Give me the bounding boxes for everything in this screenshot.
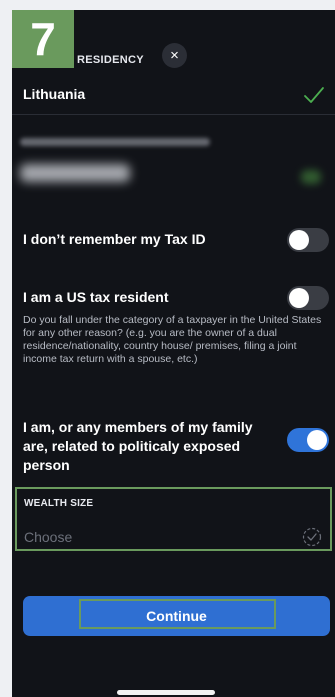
- home-indicator: [117, 690, 215, 695]
- wealth-size-select[interactable]: WEALTH SIZE Choose: [15, 487, 332, 551]
- blurred-status-icon: [301, 170, 321, 184]
- continue-highlight-box: [79, 599, 276, 629]
- toggle-knob: [307, 430, 327, 450]
- toggle-knob: [289, 230, 309, 250]
- blurred-tax-id-label: [20, 138, 210, 146]
- toggle-forgot-tax-id[interactable]: [287, 228, 329, 252]
- country-value: Lithuania: [23, 86, 86, 102]
- check-icon: [304, 87, 324, 103]
- toggle-row-pep: I am, or any members of my family are, r…: [12, 418, 335, 476]
- us-tax-resident-description: Do you fall under the category of a taxp…: [23, 314, 322, 365]
- toggle-row-us-tax-resident: I am a US tax resident: [12, 286, 335, 310]
- close-icon: ×: [170, 47, 179, 64]
- wealth-size-label: WEALTH SIZE: [24, 498, 94, 509]
- toggle-label-forgot-tax-id: I don’t remember my Tax ID: [23, 231, 206, 247]
- tax-id-field-blurred[interactable]: [12, 128, 335, 218]
- toggle-us-tax-resident[interactable]: [287, 286, 329, 310]
- wealth-size-placeholder: Choose: [24, 529, 73, 545]
- top-frame-margin: [0, 0, 335, 10]
- pep-label-line-3: person: [23, 457, 70, 473]
- toggle-row-forgot-tax-id: I don’t remember my Tax ID: [12, 228, 335, 252]
- step-number-badge: 7: [12, 10, 74, 68]
- toggle-label-pep: I am, or any members of my family are, r…: [23, 418, 253, 475]
- pep-label-line-2: are, related to politicaly exposed: [23, 438, 241, 454]
- country-field[interactable]: Lithuania: [12, 78, 335, 115]
- toggle-knob: [289, 288, 309, 308]
- blurred-tax-id-value: [20, 164, 130, 182]
- pep-label-line-1: I am, or any members of my family: [23, 419, 253, 435]
- toggle-label-us-tax-resident: I am a US tax resident: [23, 289, 169, 305]
- dashed-check-circle-icon: [302, 527, 322, 547]
- close-button[interactable]: ×: [162, 43, 187, 68]
- modal-title: X RESIDENCY: [66, 54, 144, 66]
- left-frame-margin: [0, 0, 12, 697]
- toggle-pep[interactable]: [287, 428, 329, 452]
